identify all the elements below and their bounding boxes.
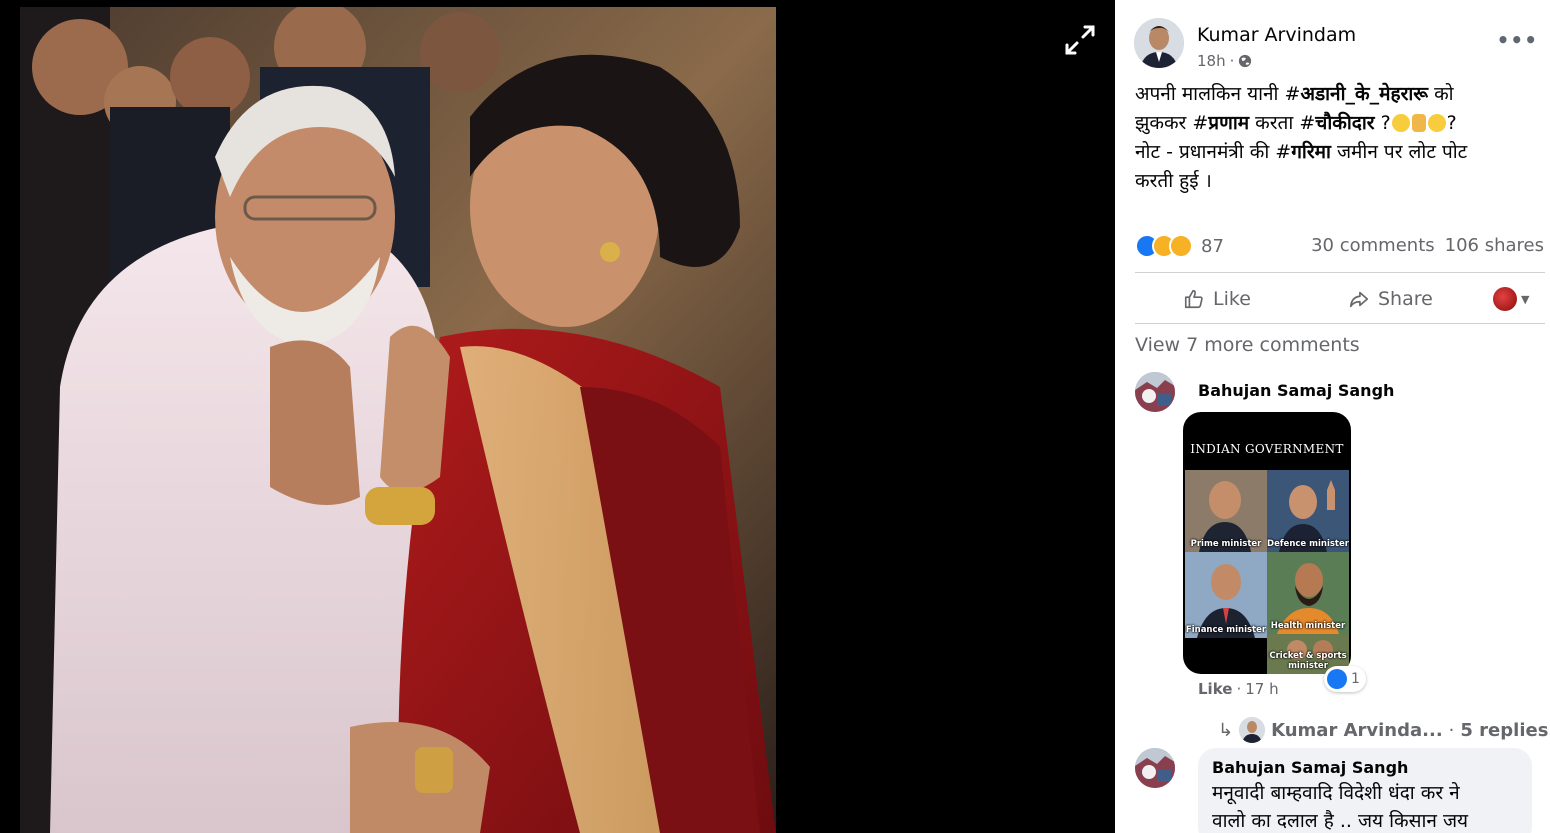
author-avatar[interactable] — [1134, 18, 1184, 68]
commenter-avatar[interactable] — [1135, 372, 1175, 412]
shares-count-link[interactable]: 106 shares — [1445, 235, 1544, 256]
image-cell: Health minister — [1267, 552, 1349, 634]
post-panel: Kumar Arvindam 18h · ••• अपनी मालकिन यान… — [1115, 0, 1550, 833]
comment-image[interactable]: INDIAN GOVERNMENT Prime minister Defence… — [1183, 412, 1351, 674]
more-horizontal-icon[interactable]: ••• — [1497, 28, 1538, 52]
post-text-line: अपनी मालकिन यानी #अडानी_के_मेहरारू को — [1135, 83, 1454, 105]
image-cell-label: Health minister — [1270, 621, 1346, 631]
comment-as-selector[interactable]: ▼ — [1493, 287, 1529, 311]
grin-emoji-icon — [1427, 114, 1446, 132]
like-reaction-icon — [1327, 669, 1347, 689]
post-header: Kumar Arvindam 18h · ••• — [1134, 18, 1544, 72]
post-stats: 30 comments 106 shares — [1311, 235, 1544, 256]
comment-time[interactable]: 17 h — [1245, 680, 1278, 698]
photo-viewer — [0, 0, 1115, 833]
comments-count-link[interactable]: 30 comments — [1311, 235, 1435, 256]
reply-arrow-icon: ↳ — [1218, 719, 1234, 741]
image-cell-label: Prime minister — [1190, 539, 1262, 549]
expand-icon[interactable] — [1062, 22, 1098, 58]
comment: Bahujan Samaj Sangh INDIAN GOVERNMENT Pr… — [1135, 372, 1548, 752]
comment: Bahujan Samaj Sangh मनूवादी बाम्हवादि वि… — [1135, 748, 1545, 833]
reaction-summary[interactable]: 87 — [1135, 232, 1224, 260]
profile-avatar — [1493, 287, 1517, 311]
image-cell-label: Finance minister — [1185, 625, 1267, 635]
comment-text: मनूवादी बाम्हवादि विदेशी धंदा कर ने वालो… — [1212, 782, 1469, 832]
share-button[interactable]: Share — [1348, 288, 1433, 310]
commenter-avatar[interactable] — [1135, 748, 1175, 788]
divider — [1135, 323, 1545, 324]
reply-author-name: Kumar Arvinda... — [1271, 719, 1443, 741]
view-more-comments-link[interactable]: View 7 more comments — [1135, 334, 1360, 356]
view-replies-link[interactable]: ↳ Kumar Arvinda... · 5 replies 5 h — [1218, 717, 1550, 743]
image-cell: Prime minister — [1185, 470, 1267, 552]
comment-bubble: Bahujan Samaj Sangh मनूवादी बाम्हवादि वि… — [1198, 748, 1532, 833]
post-text-line: करती हुई । — [1135, 170, 1212, 192]
commenter-name[interactable]: Bahujan Samaj Sangh — [1198, 381, 1394, 400]
post-text: अपनी मालकिन यानी #अडानी_के_मेहरारू को झु… — [1135, 80, 1540, 196]
comment-image-title: INDIAN GOVERNMENT — [1190, 442, 1344, 456]
image-cell-label: Defence minister — [1267, 539, 1349, 549]
comment-like-link[interactable]: Like — [1198, 680, 1232, 698]
post-text-line: झुककर #प्रणाम करता #चौकीदार ?? — [1135, 112, 1457, 134]
photo-illustration — [20, 7, 776, 833]
divider — [1135, 272, 1545, 273]
chevron-down-icon: ▼ — [1521, 292, 1530, 306]
reaction-count: 87 — [1201, 235, 1224, 257]
wow-reaction-icon — [1169, 234, 1193, 258]
post-meta: 18h · — [1197, 52, 1252, 70]
like-button[interactable]: Like — [1183, 288, 1251, 310]
image-cell: Defence minister — [1267, 470, 1349, 552]
post-text-line: नोट - प्रधानमंत्री की #गरिमा जमीन पर लोट… — [1135, 141, 1468, 163]
hashtag[interactable]: अडानी_के_मेहरारू — [1300, 83, 1428, 105]
hashtag[interactable]: गरिमा — [1291, 141, 1331, 163]
grin-emoji-icon — [1391, 114, 1410, 132]
hashtag[interactable]: प्रणाम — [1208, 112, 1249, 134]
reply-count: 5 replies — [1460, 719, 1549, 741]
comment-meta: Like · 17 h — [1198, 680, 1279, 698]
share-arrow-icon — [1349, 291, 1369, 308]
post-photo[interactable] — [20, 7, 776, 833]
post-time[interactable]: 18h — [1197, 52, 1226, 70]
hashtag[interactable]: चौकीदार — [1315, 112, 1374, 134]
pointing-down-emoji-icon — [1411, 114, 1426, 132]
globe-icon — [1238, 54, 1252, 68]
image-cell: Finance minister — [1185, 552, 1267, 638]
reply-author-avatar — [1239, 717, 1266, 743]
thumbs-up-icon — [1184, 289, 1203, 309]
author-name[interactable]: Kumar Arvindam — [1197, 24, 1356, 46]
commenter-name[interactable]: Bahujan Samaj Sangh — [1212, 758, 1518, 777]
comment-reaction-bubble[interactable]: 1 — [1324, 666, 1366, 692]
post-actions: Like Share ▼ — [1135, 276, 1545, 322]
